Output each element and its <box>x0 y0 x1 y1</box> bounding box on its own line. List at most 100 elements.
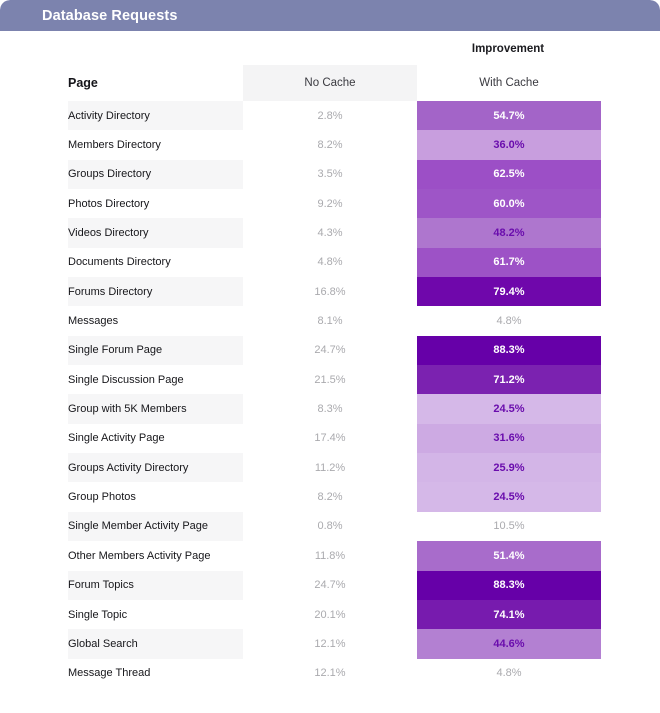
table-row[interactable]: Global Search 12.1% 44.6% <box>0 629 660 659</box>
cell-with-cache-value: 24.5% <box>417 482 601 512</box>
row-spacer-right <box>601 424 660 453</box>
cell-no-cache-value: 4.8% <box>317 256 343 269</box>
row-spacer-left <box>0 306 68 335</box>
row-spacer-left <box>0 130 68 159</box>
cell-page-name: Group Photos <box>68 491 136 504</box>
cell-with-cache-value: 88.3% <box>417 570 601 600</box>
cell-with-cache-value: 71.2% <box>417 365 601 395</box>
cell-with-cache-value: 54.7% <box>417 101 601 131</box>
row-spacer-right <box>601 365 660 394</box>
cell-no-cache-value: 24.7% <box>314 579 346 592</box>
cell-page-name: Message Thread <box>68 667 151 680</box>
cell-page-name: Group with 5K Members <box>68 394 243 424</box>
cell-with-cache-value: 31.6% <box>417 423 601 454</box>
cell-no-cache-value: 16.8% <box>314 285 346 298</box>
cell-no-cache-value: 8.3% <box>317 403 343 416</box>
column-header-with-cache[interactable]: With Cache <box>417 65 601 101</box>
cell-no-cache-value: 11.2% <box>314 461 346 474</box>
cell-page-name: Groups Directory <box>68 159 243 190</box>
cell-with-cache-value: 36.0% <box>417 130 601 160</box>
header-spacer-right <box>601 65 660 101</box>
cell-with-cache-value: 24.5% <box>417 394 601 424</box>
cell-with-cache-value: 61.7% <box>417 247 601 278</box>
table-row[interactable]: Forum Topics 24.7% 88.3% <box>0 570 660 600</box>
row-spacer-right <box>601 482 660 511</box>
table-row[interactable]: Single Topic 20.1% 74.1% <box>0 599 660 630</box>
cell-with-cache-value: 4.8% <box>496 667 522 680</box>
table-row[interactable]: Other Members Activity Page 11.8% 51.4% <box>0 541 660 571</box>
cell-no-cache-value: 12.1% <box>314 667 346 680</box>
table-head: Page No Cache With Cache <box>0 65 660 101</box>
table-row[interactable]: Group Photos 8.2% 24.5% <box>0 482 660 512</box>
table-row[interactable]: Videos Directory 4.3% 48.2% <box>0 218 660 248</box>
row-spacer-left <box>0 218 68 247</box>
row-spacer-left <box>0 277 68 306</box>
row-spacer-left <box>0 189 68 218</box>
row-spacer-right <box>601 130 660 159</box>
table-row[interactable]: Activity Directory 2.8% 54.7% <box>0 101 660 131</box>
cell-with-cache-value: 48.2% <box>417 218 601 248</box>
row-spacer-left <box>0 424 68 453</box>
cell-page-name: Videos Directory <box>68 218 243 248</box>
row-spacer-right <box>601 541 660 570</box>
row-spacer-left <box>0 659 68 688</box>
table-row[interactable]: Single Activity Page 17.4% 31.6% <box>0 423 660 454</box>
table-row[interactable]: Photos Directory 9.2% 60.0% <box>0 189 660 219</box>
row-spacer-left <box>0 600 68 629</box>
table-row[interactable]: Groups Directory 3.5% 62.5% <box>0 159 660 190</box>
window-title: Database Requests <box>42 7 178 24</box>
cell-page-name: Single Member Activity Page <box>68 511 243 542</box>
cell-no-cache-value: 3.5% <box>317 168 343 181</box>
table-row[interactable]: Group with 5K Members 8.3% 24.5% <box>0 394 660 424</box>
row-spacer-right <box>601 659 660 688</box>
table-row[interactable]: Forums Directory 16.8% 79.4% <box>0 277 660 307</box>
row-spacer-left <box>0 336 68 365</box>
row-spacer-left <box>0 101 68 130</box>
cell-no-cache-value: 0.8% <box>317 520 343 533</box>
row-spacer-right <box>601 218 660 247</box>
cell-with-cache-value: 25.9% <box>417 453 601 483</box>
column-header-page[interactable]: Page <box>68 65 243 101</box>
cell-no-cache-value: 8.2% <box>317 139 343 152</box>
cell-no-cache-value: 21.5% <box>314 373 346 386</box>
table-row[interactable]: Members Directory 8.2% 36.0% <box>0 130 660 160</box>
cell-no-cache-value: 8.1% <box>317 315 343 328</box>
cell-page-name: Messages <box>68 315 119 328</box>
database-requests-table: Page No Cache With Cache Activity Direct… <box>0 65 660 688</box>
cell-page-name: Other Members Activity Page <box>68 549 211 562</box>
group-header-improvement: Improvement <box>471 43 545 55</box>
row-spacer-left <box>0 365 68 394</box>
cell-page-name: Global Search <box>68 629 243 659</box>
row-spacer-right <box>601 600 660 629</box>
row-spacer-right <box>601 336 660 365</box>
cell-with-cache-value: 74.1% <box>417 599 601 630</box>
cell-page-name: Forums Directory <box>68 277 243 307</box>
row-spacer-left <box>0 629 68 658</box>
table-row[interactable]: Message Thread 12.1% 4.8% <box>0 659 660 688</box>
cell-with-cache-value: 60.0% <box>417 189 601 219</box>
header-spacer-left <box>0 65 68 101</box>
row-spacer-right <box>601 189 660 218</box>
table-header-row: Page No Cache With Cache <box>0 65 660 101</box>
cell-no-cache-value: 2.8% <box>317 109 343 122</box>
row-spacer-right <box>601 453 660 482</box>
table-row[interactable]: Single Member Activity Page 0.8% 10.5% <box>0 511 660 542</box>
cell-with-cache-value: 88.3% <box>417 335 601 366</box>
row-spacer-right <box>601 160 660 189</box>
cell-with-cache-value: 62.5% <box>417 159 601 190</box>
table-body: Activity Directory 2.8% 54.7% Members Direc… <box>0 101 660 688</box>
cell-page-name: Forum Topics <box>68 570 243 600</box>
row-spacer-left <box>0 512 68 541</box>
cell-no-cache-value: 20.1% <box>314 608 346 621</box>
table-row[interactable]: Groups Activity Directory 11.2% 25.9% <box>0 453 660 483</box>
table-row[interactable]: Messages 8.1% 4.8% <box>0 306 660 335</box>
database-requests-card: Database Requests Improvement Page No Ca… <box>0 0 660 713</box>
table-row[interactable]: Single Forum Page 24.7% 88.3% <box>0 335 660 366</box>
row-spacer-left <box>0 160 68 189</box>
column-header-no-cache[interactable]: No Cache <box>243 65 417 101</box>
table-row[interactable]: Documents Directory 4.8% 61.7% <box>0 247 660 278</box>
row-spacer-left <box>0 541 68 570</box>
cell-with-cache-value: 79.4% <box>417 277 601 307</box>
cell-no-cache-value: 17.4% <box>314 432 346 445</box>
table-row[interactable]: Single Discussion Page 21.5% 71.2% <box>0 365 660 395</box>
